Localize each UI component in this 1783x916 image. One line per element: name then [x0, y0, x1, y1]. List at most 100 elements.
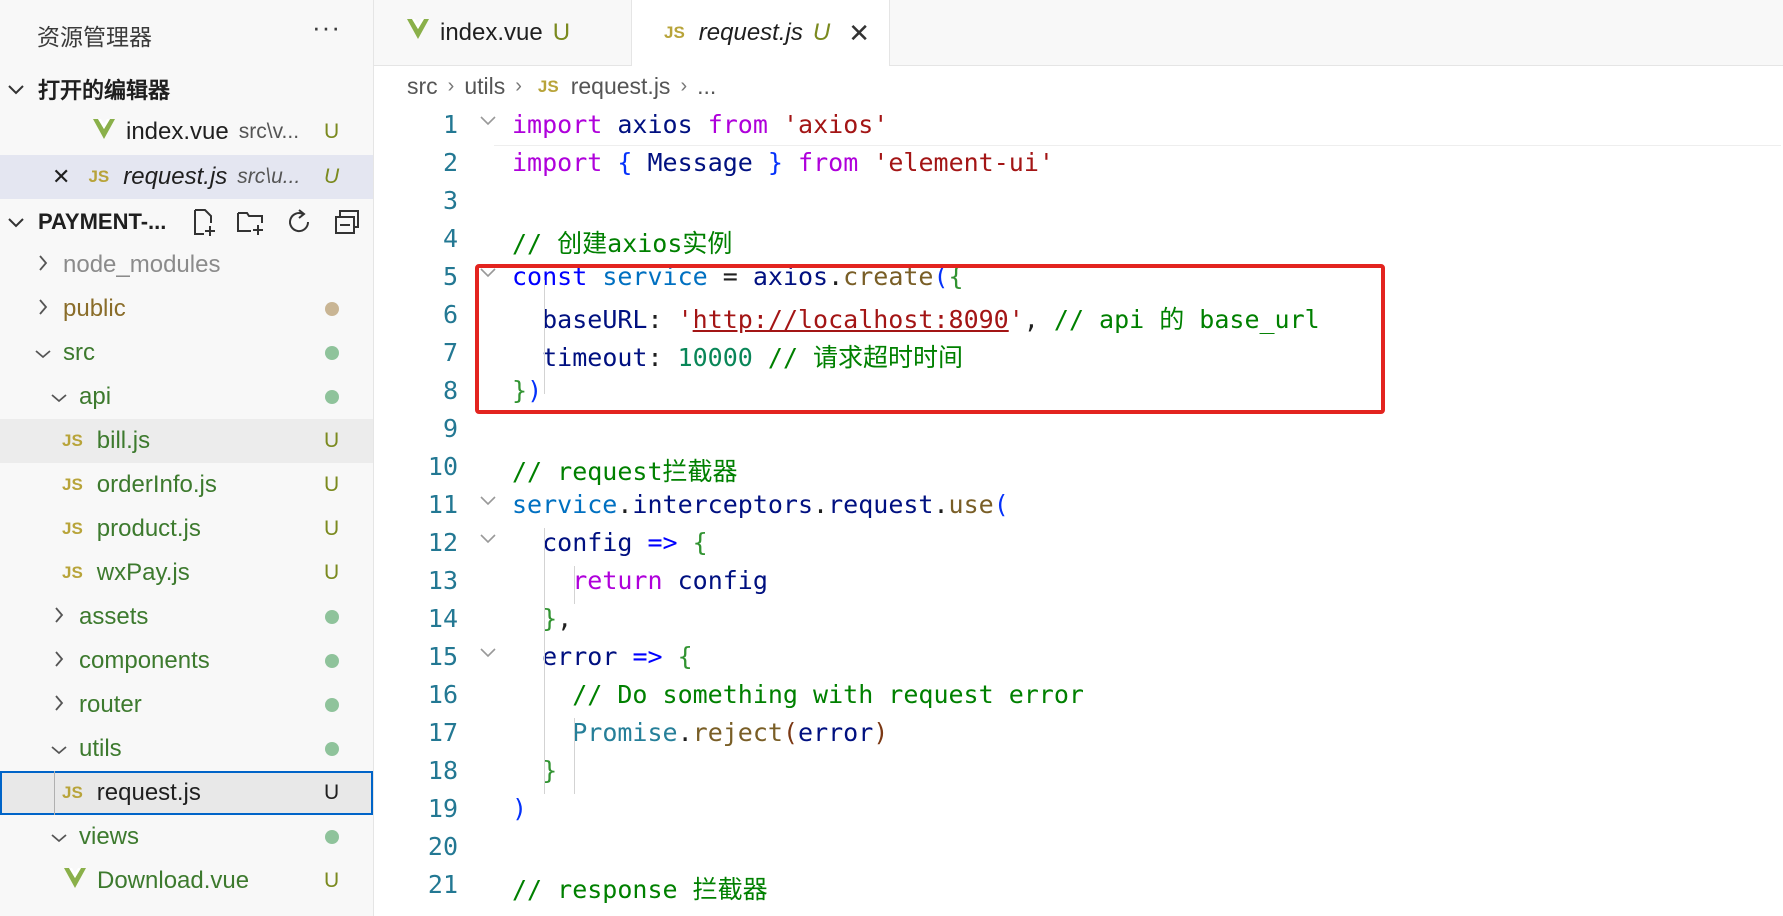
breadcrumb: src › utils › JS request.js › ... — [407, 73, 716, 100]
tree-file-download-vue[interactable]: Download.vue U — [0, 859, 373, 903]
tree-file-orderinfo-js[interactable]: JS orderInfo.js U — [0, 463, 373, 507]
code-text: ) — [512, 794, 528, 823]
tree-folder-assets[interactable]: assets — [0, 595, 373, 639]
file-label: orderInfo.js — [96, 471, 217, 498]
untracked-badge: U — [812, 19, 831, 46]
code-line: 3 — [374, 186, 1783, 224]
tree-folder-api[interactable]: api — [0, 375, 373, 419]
untracked-badge: U — [324, 165, 340, 188]
line-number: 18 — [427, 756, 458, 785]
fold-chevron-icon[interactable] — [479, 492, 497, 513]
explorer-sidebar: 资源管理器 ··· 打开的编辑器 index.vue src\v... U ✕ … — [0, 0, 374, 916]
untracked-dot — [325, 742, 339, 756]
tree-folder-public[interactable]: public — [0, 287, 373, 331]
tab-index-vue[interactable]: index.vue U — [374, 0, 632, 65]
project-header[interactable]: PAYMENT-... — [0, 202, 373, 242]
tree-file-product-js[interactable]: JS product.js U — [0, 507, 373, 551]
fold-chevron-icon[interactable] — [479, 112, 497, 133]
untracked-dot — [325, 346, 339, 360]
line-number: 5 — [442, 262, 458, 291]
code-line: 4 // 创建axios实例 — [374, 224, 1783, 262]
tab-request-js[interactable]: JS request.js U ✕ — [632, 0, 890, 66]
indent-guide — [54, 771, 55, 815]
tree-folder-src[interactable]: src — [0, 331, 373, 375]
chevron-down-icon — [49, 387, 69, 408]
js-file-icon: JS — [62, 563, 83, 582]
folder-label: src — [63, 339, 95, 366]
file-label: Download.vue — [97, 867, 250, 894]
tree-folder-views[interactable]: views — [0, 815, 373, 859]
fold-chevron-icon[interactable] — [479, 530, 497, 551]
open-editors-header[interactable]: 打开的编辑器 — [0, 69, 373, 109]
explorer-toolbar — [188, 207, 362, 237]
collapse-all-icon[interactable] — [332, 207, 362, 237]
tree-file-request-js[interactable]: JS request.js U — [0, 771, 373, 815]
file-label: request.js — [123, 163, 228, 190]
code-comment: // response 拦截器 — [512, 875, 768, 904]
js-file-icon: JS — [88, 167, 110, 186]
chevron-down-icon — [8, 76, 24, 102]
line-number: 15 — [427, 642, 458, 671]
line-number: 3 — [442, 186, 458, 215]
breadcrumb-file[interactable]: request.js — [571, 73, 671, 100]
code-text: error => { — [542, 642, 693, 671]
close-icon[interactable]: ✕ — [52, 164, 70, 190]
js-file-icon: JS — [62, 475, 83, 494]
open-editor-request-js[interactable]: ✕ JS request.js src\u... U — [0, 155, 373, 199]
chevron-right-icon — [49, 606, 69, 628]
line-number: 1 — [442, 110, 458, 139]
line-number: 2 — [442, 148, 458, 177]
breadcrumb-separator: › — [515, 75, 522, 97]
tree-folder-router[interactable]: router — [0, 683, 373, 727]
tree-folder-node-modules[interactable]: node_modules — [0, 243, 373, 287]
tab-label: index.vue — [440, 18, 543, 46]
untracked-badge: U — [324, 473, 340, 496]
breadcrumb-separator: › — [680, 75, 688, 97]
chevron-down-icon — [33, 343, 53, 364]
open-editor-index-vue[interactable]: index.vue src\v... U — [0, 110, 373, 154]
untracked-badge: U — [552, 18, 571, 46]
untracked-badge: U — [324, 120, 340, 143]
js-file-icon: JS — [537, 76, 559, 96]
annotation-highlight-box — [475, 264, 1385, 414]
breadcrumb-symbols[interactable]: ... — [697, 73, 716, 100]
chevron-right-icon — [49, 694, 69, 716]
breadcrumb-utils[interactable]: utils — [464, 73, 505, 100]
file-path-desc: src\u... — [237, 165, 301, 188]
fold-chevron-icon[interactable] — [479, 644, 497, 665]
untracked-badge: U — [324, 869, 340, 892]
chevron-right-icon — [33, 254, 53, 276]
code-line: 18 } — [374, 756, 1783, 794]
more-actions-icon[interactable]: ··· — [312, 12, 341, 43]
line-number: 9 — [442, 414, 458, 443]
new-file-icon[interactable] — [188, 207, 218, 237]
breadcrumb-separator: › — [447, 75, 455, 97]
refresh-icon[interactable] — [284, 207, 314, 237]
file-path-desc: src\v... — [238, 120, 300, 143]
line-number: 19 — [427, 794, 458, 823]
new-folder-icon[interactable] — [236, 207, 266, 237]
chevron-down-icon — [8, 209, 24, 235]
tree-folder-utils[interactable]: utils — [0, 727, 373, 771]
tree-file-wxpay-js[interactable]: JS wxPay.js U — [0, 551, 373, 595]
editor-tab-bar: index.vue U JS request.js U ✕ — [374, 0, 1783, 66]
breadcrumb-src[interactable]: src — [407, 73, 438, 100]
line-number: 21 — [427, 870, 458, 899]
file-label: bill.js — [96, 427, 151, 454]
project-label: PAYMENT-... — [38, 209, 167, 234]
code-line: 17 Promise.reject(error) — [374, 718, 1783, 756]
close-icon[interactable]: ✕ — [848, 18, 870, 49]
code-line: 19 ) — [374, 794, 1783, 832]
code-editor[interactable]: 1 import axios from 'axios' 2 import { M… — [374, 110, 1783, 916]
js-file-icon: JS — [62, 783, 83, 802]
code-text: } — [542, 756, 558, 785]
file-label: request.js — [96, 779, 201, 806]
untracked-badge: U — [324, 781, 340, 804]
line-number: 20 — [427, 832, 458, 861]
code-line: 2 import { Message } from 'element-ui' — [374, 148, 1783, 186]
tree-folder-components[interactable]: components — [0, 639, 373, 683]
indent-guide — [574, 566, 575, 604]
tree-file-bill-js[interactable]: JS bill.js U — [0, 419, 373, 463]
code-line: 15 error => { — [374, 642, 1783, 680]
modified-dot — [325, 302, 339, 316]
